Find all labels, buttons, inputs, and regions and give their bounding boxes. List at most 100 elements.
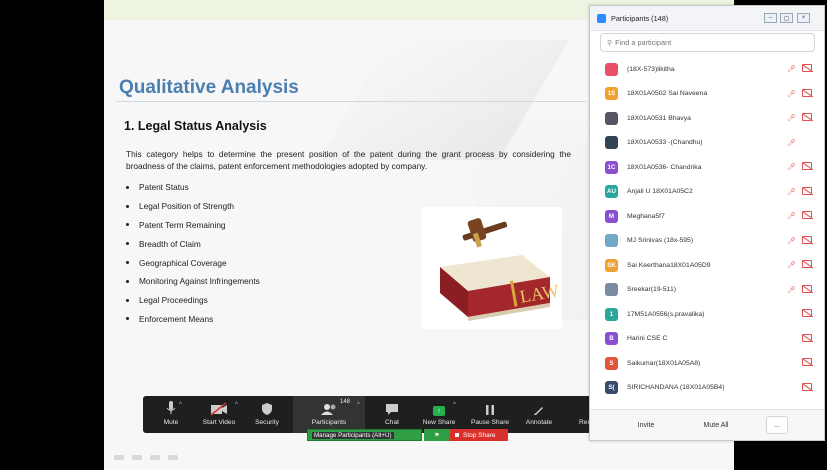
participants-icon <box>320 396 338 416</box>
slide-nav-controls <box>114 455 178 460</box>
video-off-icon <box>802 88 812 97</box>
participant-row[interactable]: SK Sai Keerthana18X01A05D9 🎤︎ <box>590 253 824 278</box>
mic-muted-icon: 🎤︎ <box>787 139 796 147</box>
mic-muted-icon: 🎤︎ <box>787 213 796 220</box>
mic-muted-icon: 🎤︎ <box>787 188 796 196</box>
search-input[interactable] <box>615 38 796 47</box>
participant-name: (18X-573)likitha <box>627 65 675 73</box>
security-button[interactable]: Security <box>247 396 287 433</box>
chat-button[interactable]: Chat <box>371 396 413 433</box>
video-off-icon <box>802 358 812 366</box>
pause-icon <box>485 396 495 416</box>
participant-name: Meghana5f7 <box>627 212 665 220</box>
screen: Qualitative Analysis 1. Legal Status Ana… <box>0 0 827 470</box>
avatar: 1C <box>605 160 618 174</box>
participants-count: 148 <box>340 399 351 405</box>
avatar <box>605 283 618 297</box>
participant-name: Saikumar(18X01A05A8) <box>627 359 701 367</box>
participant-name: Sai Keerthana18X01A05D9 <box>627 261 711 269</box>
slide-title: Qualitative Analysis <box>119 77 299 98</box>
participant-row[interactable]: Sreekar(19-511) 🎤︎ <box>590 278 824 303</box>
avatar <box>605 62 618 76</box>
more-options-button[interactable]: ... <box>766 416 788 434</box>
mic-muted-icon: 🎤︎ <box>787 90 796 98</box>
participant-name: 18X01A0533 -(Chandhu) <box>627 139 703 147</box>
participant-row[interactable]: 1 17M51A0556(s.pravalika) <box>590 302 824 327</box>
participant-row[interactable]: 1C 18X01A0536- Chandrika 🎤︎ <box>590 155 824 180</box>
chat-icon <box>385 396 399 416</box>
bullet-item: Enforcement Means <box>124 310 260 329</box>
pen-icon <box>533 396 545 416</box>
participant-row[interactable]: MJ Srinivas (18x-595) 🎤︎ <box>590 229 824 254</box>
participant-row[interactable]: S Saikumar(18X01A05A8) <box>590 351 824 376</box>
video-off-icon <box>802 284 812 293</box>
participant-name: SIRICHANDANA (18X01A05B4) <box>627 384 725 392</box>
bullet-item: Patent Term Remaining <box>124 216 260 235</box>
bullet-list: Patent Status Legal Position of Strength… <box>124 178 260 328</box>
stop-share-button[interactable]: Stop Share <box>450 429 508 441</box>
popout-button[interactable]: ▢ <box>780 13 793 23</box>
participant-row[interactable]: 18X01A0533 -(Chandhu) 🎤︎ <box>590 131 824 156</box>
video-off-icon <box>802 162 812 170</box>
bullet-item: Legal Proceedings <box>124 291 260 310</box>
pause-share-button[interactable]: Pause Share <box>465 396 515 433</box>
mic-muted-icon: 🎤︎ <box>787 262 796 269</box>
participant-row[interactable]: 18X01A0531 Bhavya 🎤︎ <box>590 106 824 131</box>
participant-row[interactable]: 1S 18X01A0502 Sai Naveena 🎤︎ <box>590 82 824 107</box>
avatar <box>605 111 618 125</box>
share-status-icon: ⚑ <box>424 429 450 441</box>
video-off-icon <box>802 64 812 72</box>
participant-row[interactable]: S( SIRICHANDANA (18X01A05B4) <box>590 376 824 401</box>
search-icon: ⚲ <box>607 39 613 47</box>
video-off-icon <box>802 260 812 268</box>
participant-row[interactable]: AU Anjali U 18X01A05C2 🎤︎ <box>590 180 824 205</box>
share-screen-icon: ↑ <box>433 396 445 416</box>
minimize-button[interactable]: – <box>764 13 777 23</box>
video-off-icon <box>802 186 812 195</box>
panel-title-bar: Participants (148) – ▢ × <box>590 6 824 31</box>
avatar: S( <box>605 381 618 395</box>
participant-search[interactable]: ⚲ <box>600 33 815 52</box>
participant-name: MJ Srinivas (18x-595) <box>627 237 694 245</box>
meeting-toolbar: Mute ^ Start Video ^ Security Participan… <box>143 396 598 433</box>
chevron-up-icon[interactable]: ^ <box>357 402 360 408</box>
avatar: SK <box>605 258 618 272</box>
participant-name: Anjali U 18X01A05C2 <box>627 188 693 196</box>
mic-muted-icon: 🎤︎ <box>787 66 796 73</box>
video-off-icon <box>802 309 812 317</box>
participant-name: 17M51A0556(s.pravalika) <box>627 310 705 318</box>
bullet-item: Patent Status <box>124 178 260 197</box>
close-button[interactable]: × <box>797 13 810 23</box>
mic-muted-icon: 🎤︎ <box>787 237 796 245</box>
chevron-up-icon[interactable]: ^ <box>453 402 456 408</box>
avatar: B <box>605 332 618 346</box>
law-book-gavel-image: LAW <box>422 207 562 329</box>
participant-name: Sreekar(19-511) <box>627 286 676 294</box>
annotate-button[interactable]: Annotate <box>517 396 561 433</box>
video-off-icon <box>802 113 812 121</box>
bullet-item: Monitoring Against Infringements <box>124 272 260 291</box>
avatar: 1 <box>605 307 618 321</box>
participant-row[interactable]: B Harini CSE C <box>590 327 824 352</box>
manage-participants-tooltip: Manage Participants (Alt+U) <box>307 429 422 441</box>
chevron-up-icon[interactable]: ^ <box>235 402 238 408</box>
participant-row[interactable]: (18X-573)likitha 🎤︎ <box>590 57 824 82</box>
mute-all-button[interactable]: Mute All <box>692 416 740 434</box>
participant-row[interactable]: M Meghana5f7 🎤︎ <box>590 204 824 229</box>
video-off-icon <box>210 396 228 416</box>
participants-button[interactable]: Participants <box>293 396 365 433</box>
video-off-icon <box>802 382 812 391</box>
participant-name: 18X01A0502 Sai Naveena <box>627 90 708 98</box>
bullet-item: Legal Position of Strength <box>124 197 260 216</box>
video-off-icon <box>802 333 812 342</box>
microphone-icon <box>166 396 176 416</box>
avatar <box>605 234 618 248</box>
invite-button[interactable]: Invite <box>624 416 668 434</box>
mic-muted-icon: 🎤︎ <box>787 286 796 294</box>
panel-footer: Invite Mute All ... <box>590 409 824 440</box>
participant-name: 18X01A0531 Bhavya <box>627 114 691 122</box>
panel-title: Participants (148) <box>611 13 669 23</box>
mic-muted-icon: 🎤︎ <box>787 164 796 171</box>
chevron-up-icon[interactable]: ^ <box>179 402 182 408</box>
mute-button[interactable]: Mute <box>151 396 191 433</box>
